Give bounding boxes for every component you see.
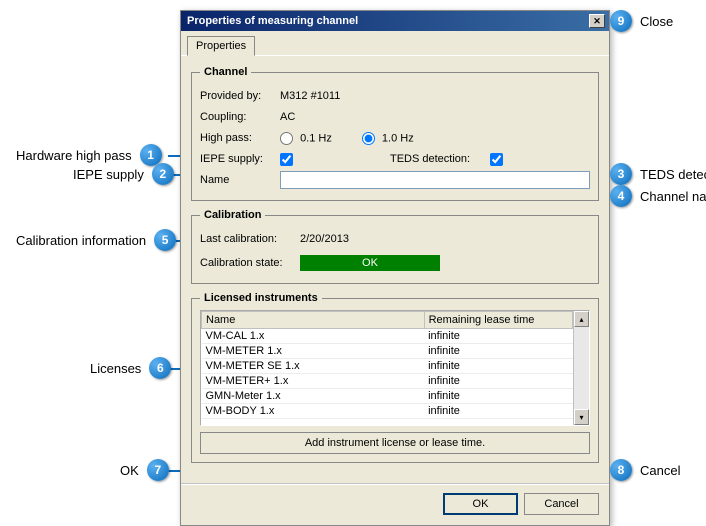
checkbox-iepe[interactable] bbox=[280, 153, 293, 166]
scroll-down-icon[interactable]: ▾ bbox=[574, 409, 589, 425]
checkbox-teds[interactable] bbox=[490, 153, 503, 166]
ok-button[interactable]: OK bbox=[443, 493, 518, 515]
label-teds: TEDS detection: bbox=[390, 153, 490, 165]
callout-4: 4 Channel name bbox=[610, 185, 706, 207]
cancel-button[interactable]: Cancel bbox=[524, 493, 599, 515]
callout-7: OK 7 bbox=[120, 459, 169, 481]
callout-8: 8 Cancel bbox=[610, 459, 680, 481]
callout-5: Calibration information 5 bbox=[16, 229, 176, 251]
titlebar: Properties of measuring channel ✕ bbox=[181, 11, 609, 31]
value-provided-by: M312 #1011 bbox=[280, 90, 590, 102]
table-row[interactable]: VM-BODY 1.xinfinite bbox=[202, 404, 573, 419]
label-provided-by: Provided by: bbox=[200, 90, 280, 102]
label-iepe: IEPE supply: bbox=[200, 153, 280, 165]
radio-highpass-1p0[interactable]: 1.0 Hz bbox=[362, 132, 414, 145]
callout-1: Hardware high pass 1 bbox=[16, 144, 162, 166]
callout-2: IEPE supply 2 bbox=[73, 163, 174, 185]
table-row[interactable]: VM-CAL 1.xinfinite bbox=[202, 329, 573, 344]
scroll-track[interactable] bbox=[574, 327, 589, 409]
legend-channel: Channel bbox=[200, 66, 251, 78]
radio-input-0p1[interactable] bbox=[280, 132, 293, 145]
add-instrument-button[interactable]: Add instrument license or lease time. bbox=[200, 432, 590, 454]
close-icon[interactable]: ✕ bbox=[589, 14, 605, 28]
table-row[interactable]: VM-METER+ 1.xinfinite bbox=[202, 374, 573, 389]
tab-properties[interactable]: Properties bbox=[187, 36, 255, 56]
label-name: Name bbox=[200, 174, 280, 186]
label-coupling: Coupling: bbox=[200, 111, 280, 123]
tabstrip: Properties bbox=[181, 31, 609, 56]
scrollbar[interactable]: ▴ ▾ bbox=[573, 311, 589, 425]
table-row[interactable]: VM-METER 1.xinfinite bbox=[202, 344, 573, 359]
license-table: Name Remaining lease time VM-CAL 1.xinfi… bbox=[201, 311, 573, 419]
callout-3: 3 TEDS detection bbox=[610, 163, 706, 185]
callout-6: Licenses 6 bbox=[90, 357, 171, 379]
license-table-area: Name Remaining lease time VM-CAL 1.xinfi… bbox=[200, 310, 590, 426]
title-text: Properties of measuring channel bbox=[187, 15, 358, 27]
group-channel: Channel Provided by: M312 #1011 Coupling… bbox=[191, 66, 599, 201]
col-remaining[interactable]: Remaining lease time bbox=[424, 312, 572, 329]
name-field[interactable] bbox=[280, 171, 590, 189]
radio-input-1p0[interactable] bbox=[362, 132, 375, 145]
value-last-calibration: 2/20/2013 bbox=[300, 233, 349, 245]
legend-calibration: Calibration bbox=[200, 209, 265, 221]
calibration-state-value: OK bbox=[300, 255, 440, 271]
dialog-properties-channel: Properties of measuring channel ✕ Proper… bbox=[180, 10, 610, 526]
label-calibration-state: Calibration state: bbox=[200, 257, 300, 269]
group-calibration: Calibration Last calibration: 2/20/2013 … bbox=[191, 209, 599, 284]
scroll-up-icon[interactable]: ▴ bbox=[574, 311, 589, 327]
legend-licenses: Licensed instruments bbox=[200, 292, 322, 304]
group-licenses: Licensed instruments Name Remaining leas… bbox=[191, 292, 599, 463]
label-last-calibration: Last calibration: bbox=[200, 233, 300, 245]
label-highpass: High pass: bbox=[200, 132, 280, 144]
table-row[interactable]: GMN-Meter 1.xinfinite bbox=[202, 389, 573, 404]
value-coupling: AC bbox=[280, 111, 590, 123]
col-name[interactable]: Name bbox=[202, 312, 425, 329]
table-row[interactable]: VM-METER SE 1.xinfinite bbox=[202, 359, 573, 374]
radio-highpass-0p1[interactable]: 0.1 Hz bbox=[280, 132, 332, 145]
callout-9: 9 Close bbox=[610, 10, 673, 32]
